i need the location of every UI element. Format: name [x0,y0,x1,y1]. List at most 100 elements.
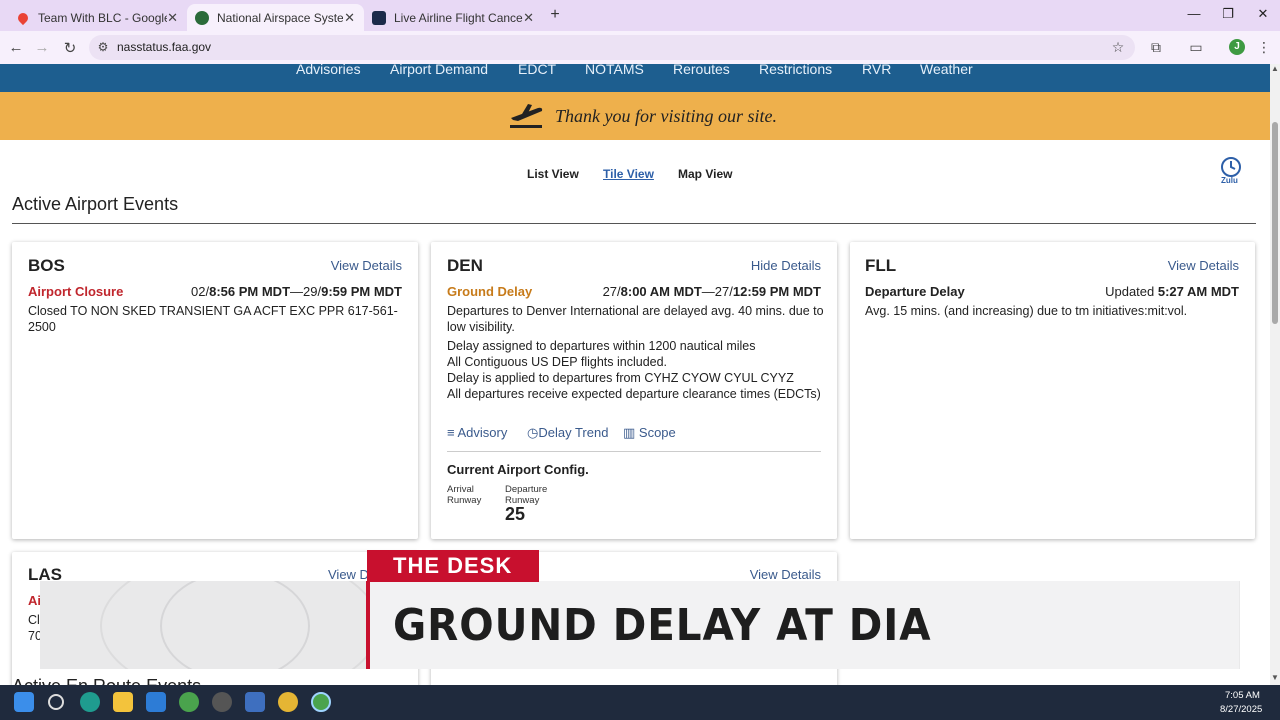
nav-rvr[interactable]: RVR [862,64,891,77]
departure-runway-value: 25 [505,504,526,524]
close-icon[interactable]: ✕ [523,10,534,26]
announcement-banner: Thank you for visiting our site. [0,92,1270,140]
list-icon: ≡ [447,425,458,440]
banner-text: Thank you for visiting our site. [555,106,777,126]
advisory-link[interactable]: ≡ Advisory [447,425,507,440]
site-nav: Advisories Airport Demand EDCT NOTAMS Re… [0,64,1270,92]
delay-trend-link[interactable]: ◷Delay Trend [527,425,608,441]
divider [12,223,1256,224]
event-description: Closed TO NON SKED TRANSIENT GA ACFT EXC… [28,304,398,334]
airport-card-fll: FLL View Details Departure Delay Updated… [850,242,1255,539]
chrome-active-icon[interactable] [311,692,331,712]
delay-scope-text: Delay assigned to departures within 1200… [447,339,756,353]
nav-restrictions[interactable]: Restrictions [759,64,832,77]
minimize-icon[interactable]: — [1187,6,1201,21]
airport-code: DEN [447,256,483,275]
event-type: Airport Closure [28,284,124,299]
maximize-icon[interactable]: ❐ [1221,6,1235,22]
tab-tile-view[interactable]: Tile View [603,167,654,181]
slack-icon[interactable] [278,692,298,712]
url-text[interactable]: nasstatus.faa.gov [117,40,211,54]
delay-scope-text: All departures receive expected departur… [447,387,821,401]
map-icon: ▥ [623,425,639,440]
airport-card-bos: BOS View Details Airport Closure 02/8:56… [12,242,418,539]
airport-code: BOS [28,256,65,275]
news-headline: GROUND DELAY AT DIA [393,600,932,651]
scrollbar-thumb[interactable] [1272,122,1278,324]
decorative-ring [160,581,310,669]
close-icon[interactable]: ✕ [343,10,356,26]
view-details-link[interactable]: View D [328,567,369,582]
tab-map-view[interactable]: Map View [678,167,732,181]
nav-edct[interactable]: EDCT [518,64,556,77]
divider [447,451,821,452]
faa-seal-icon [195,10,209,25]
news-tag-text: THE DESK [393,553,513,578]
nav-airport-demand[interactable]: Airport Demand [390,64,488,77]
windows-start-icon[interactable] [14,692,34,712]
close-window-icon[interactable]: ✕ [1256,6,1270,22]
clock-icon[interactable] [1220,156,1242,178]
airport-code: FLL [865,256,897,275]
section-title: Active Airport Events [12,194,179,214]
nav-weather[interactable]: Weather [920,64,973,77]
back-arrow-icon[interactable]: ← [8,39,24,56]
config-title: Current Airport Config. [447,462,589,477]
nav-notams[interactable]: NOTAMS [585,64,644,77]
bookmark-star-icon[interactable]: ☆ [1110,39,1126,56]
event-type: Departure Delay [865,284,965,299]
view-details-link[interactable]: View Details [750,567,821,582]
departure-runway-label: Departure Runway [505,484,548,506]
chrome-icon[interactable] [179,692,199,712]
event-time: 27/8:00 AM MDT—27/12:59 PM MDT [602,284,821,299]
site-info-icon[interactable]: ⚙ [95,40,111,54]
tab-live-airline-flight-cancellations[interactable]: Live Airline Flight Cancellations ✕ [364,4,542,31]
tab-title: Live Airline Flight Cancellations [394,10,524,25]
airport-card-den: DEN Hide Details Ground Delay 27/8:00 AM… [431,242,837,539]
tab-title: Team With BLC - Google Maps [38,10,168,25]
plane-icon [372,10,386,25]
clock-date[interactable]: 8/27/2025 [1220,704,1262,715]
address-bar[interactable] [89,35,1135,60]
scope-link[interactable]: ▥ Scope [623,425,676,441]
event-description: Cl [28,613,40,627]
nav-reroutes[interactable]: Reroutes [673,64,730,77]
view-details-link[interactable]: View Details [331,258,402,273]
hide-details-link[interactable]: Hide Details [751,258,821,273]
clock-time[interactable]: 7:05 AM [1225,690,1260,701]
tab-title: National Airspace System [217,10,344,25]
event-description: Departures to Denver International are d… [447,304,824,334]
search-icon[interactable] [48,694,64,710]
forward-arrow-icon[interactable]: → [34,39,50,56]
profile-avatar[interactable]: J [1229,39,1245,55]
delay-scope-text: Delay is applied to departures from CYHZ… [447,371,794,385]
close-icon[interactable]: ✕ [167,10,178,26]
clock-icon: ◷ [527,425,539,440]
vs-icon[interactable] [245,692,265,712]
event-type: Ground Delay [447,284,533,299]
extensions-icon[interactable]: ⧉ [1148,39,1164,56]
plane-takeoff-icon [510,104,543,128]
event-time: 02/8:56 PM MDT—29/9:59 PM MDT [191,284,402,299]
file-explorer-icon[interactable] [113,692,133,712]
zulu-label[interactable]: Zulu [1221,176,1238,185]
arrival-runway-label: Arrival Runway [447,484,482,506]
reload-icon[interactable]: ↻ [62,39,78,57]
scroll-up-icon[interactable]: ▲ [1270,64,1280,76]
event-description: Avg. 15 mins. (and increasing) due to tm… [865,304,1188,318]
scroll-down-icon[interactable]: ▼ [1270,673,1280,685]
tab-google-maps[interactable]: Team With BLC - Google Maps ✕ [8,4,186,31]
edge-icon[interactable] [80,692,100,712]
menu-kebab-icon[interactable]: ⋮ [1256,39,1272,56]
tab-list-view[interactable]: List View [527,167,579,181]
app-icon[interactable] [212,692,232,712]
updated-time: Updated 5:27 AM MDT [1105,284,1239,299]
outlook-icon[interactable] [146,692,166,712]
map-pin-icon [15,10,31,25]
nav-advisories[interactable]: Advisories [296,64,361,77]
new-tab-button[interactable]: + [548,6,562,24]
cast-icon[interactable]: ▭ [1188,39,1204,56]
section-title-en-route: Active En Route Events [12,676,201,685]
view-details-link[interactable]: View Details [1168,258,1239,273]
tab-national-airspace-system[interactable]: National Airspace System ✕ [187,4,364,31]
